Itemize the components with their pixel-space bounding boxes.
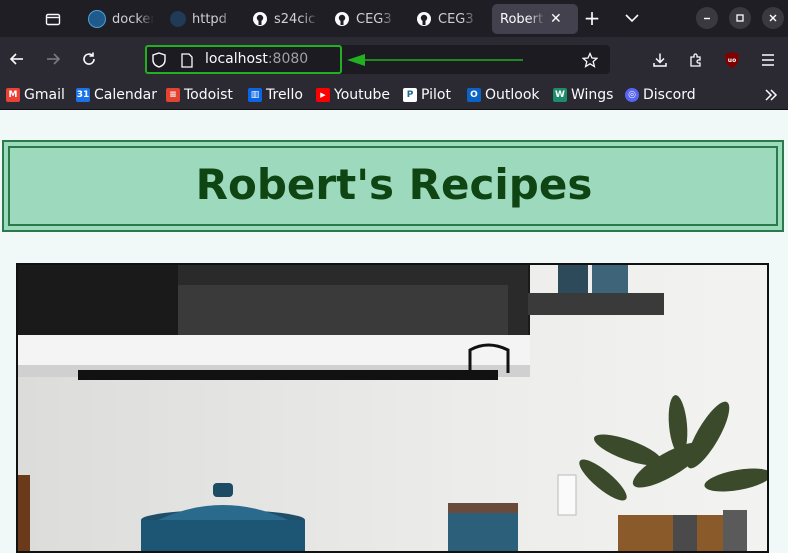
bookmark-label: Gmail: [24, 87, 65, 103]
bookmark-pilot[interactable]: P Pilot: [403, 86, 451, 104]
bookmark-label: Todoist: [184, 87, 233, 103]
calendar-icon: 31: [76, 88, 90, 102]
bookmark-label: Calendar: [94, 87, 157, 103]
page-icon: [178, 51, 196, 69]
list-tabs-icon[interactable]: [620, 6, 644, 30]
youtube-icon: ▶: [316, 88, 330, 102]
reload-button[interactable]: [78, 48, 100, 70]
discord-icon: ◎: [625, 88, 639, 102]
tab-label: docker: [112, 11, 154, 27]
extensions-icon[interactable]: [686, 50, 706, 70]
bookmark-star-icon[interactable]: [580, 50, 600, 70]
annotation-arrow: [345, 52, 525, 68]
kitchen-photo: [16, 263, 769, 553]
page-title: Robert's Recipes: [195, 160, 593, 209]
svg-text:uo: uo: [728, 57, 736, 64]
tab-docker[interactable]: docker: [80, 4, 164, 34]
docker-icon: [88, 10, 106, 28]
github-icon: [416, 11, 432, 27]
pilot-icon: P: [403, 88, 417, 102]
tab-ceg3-2[interactable]: CEG3: [408, 4, 492, 34]
bookmark-outlook[interactable]: O Outlook: [467, 86, 540, 104]
tab-label: Robert: [500, 11, 544, 27]
tab-overview-icon[interactable]: [42, 8, 64, 30]
todoist-icon: ≡: [166, 88, 180, 102]
docker-icon: [170, 11, 186, 27]
url-text[interactable]: localhost:8080: [205, 51, 308, 67]
minimize-button[interactable]: [696, 7, 718, 29]
back-button[interactable]: [6, 48, 28, 70]
bookmark-label: Wings: [571, 87, 614, 103]
github-icon: [252, 11, 268, 27]
github-icon: [334, 11, 350, 27]
url-port: :8080: [267, 51, 309, 67]
bookmarks-overflow-icon[interactable]: [762, 86, 780, 104]
tab-s24cic[interactable]: s24cic: [244, 4, 328, 34]
ublock-icon[interactable]: uo: [722, 50, 742, 70]
tab-label: CEG3: [438, 11, 474, 27]
tab-label: httpd: [192, 11, 227, 27]
bookmark-label: Pilot: [421, 87, 451, 103]
tab-label: CEG3: [356, 11, 392, 27]
bookmark-label: Trello: [266, 87, 303, 103]
outlook-icon: O: [467, 88, 481, 102]
tab-ceg3-1[interactable]: CEG3: [326, 4, 410, 34]
bookmark-trello[interactable]: ▥ Trello: [248, 86, 303, 104]
wings-icon: W: [553, 88, 567, 102]
tab-label: s24cic: [274, 11, 316, 27]
trello-icon: ▥: [248, 88, 262, 102]
close-tab-icon[interactable]: ✕: [550, 11, 562, 27]
url-host: localhost: [205, 51, 268, 67]
tab-bar: docker httpd s24cic CEG3 CEG3 Robert ✕ +: [0, 0, 788, 37]
maximize-button[interactable]: [729, 7, 751, 29]
forward-button[interactable]: [42, 48, 64, 70]
bookmark-todoist[interactable]: ≡ Todoist: [166, 86, 233, 104]
bookmark-discord[interactable]: ◎ Discord: [625, 86, 696, 104]
close-window-button[interactable]: [762, 7, 784, 29]
downloads-icon[interactable]: [650, 50, 670, 70]
bookmark-gmail[interactable]: M Gmail: [6, 86, 65, 104]
bookmark-label: Youtube: [334, 87, 390, 103]
bookmark-label: Outlook: [485, 87, 540, 103]
tab-httpd[interactable]: httpd: [162, 4, 246, 34]
bookmark-wings[interactable]: W Wings: [553, 86, 613, 104]
shield-icon[interactable]: [150, 51, 168, 69]
tab-roberts-recipes[interactable]: Robert ✕: [492, 4, 578, 34]
gmail-icon: M: [6, 88, 20, 102]
bookmark-youtube[interactable]: ▶ Youtube: [316, 86, 390, 104]
bookmark-calendar[interactable]: 31 Calendar: [76, 86, 157, 104]
menu-icon[interactable]: [758, 50, 778, 70]
bookmark-label: Discord: [643, 87, 696, 103]
new-tab-icon[interactable]: +: [580, 6, 604, 30]
